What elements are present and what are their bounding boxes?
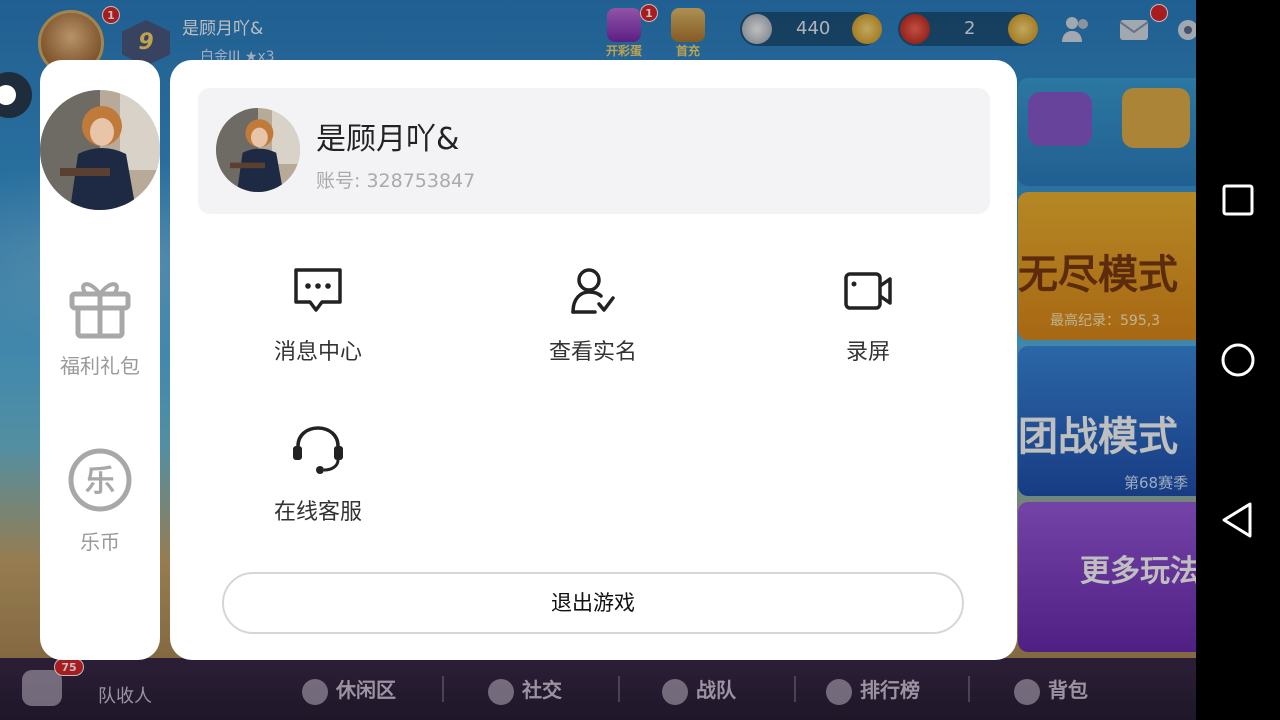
recent-apps-button[interactable] (1218, 180, 1258, 220)
settings-panel: 是顾月吖& 账号: 328753847 消息中心 查看实名 录屏 在线客服 退出… (170, 60, 1017, 660)
gift-icon (69, 282, 131, 339)
screen-record-icon (844, 272, 892, 310)
user-verify-icon (571, 268, 615, 314)
welfare-gift-label: 福利礼包 (60, 354, 140, 378)
view-real-name-button[interactable]: 查看实名 (493, 266, 693, 366)
welfare-gift-button[interactable]: 福利礼包 (40, 274, 160, 379)
le-coin-label: 乐币 (80, 530, 120, 554)
screen-record-label: 录屏 (845, 340, 890, 365)
back-button[interactable] (1218, 500, 1258, 540)
message-center-label: 消息中心 (273, 340, 362, 365)
home-button[interactable] (1218, 340, 1258, 380)
view-real-name-label: 查看实名 (548, 340, 637, 365)
side-avatar[interactable] (40, 90, 160, 210)
headset-icon (293, 426, 343, 474)
profile-card: 是顾月吖& 账号: 328753847 (198, 88, 990, 214)
android-nav-bar (1196, 0, 1280, 720)
online-support-label: 在线客服 (273, 500, 362, 525)
side-panel: 福利礼包 乐 乐币 (40, 60, 160, 660)
screen-record-button[interactable]: 录屏 (768, 266, 968, 366)
circle-icon (1221, 343, 1255, 377)
online-support-button[interactable]: 在线客服 (218, 424, 418, 526)
message-icon (294, 268, 342, 312)
profile-account-id: 账号: 328753847 (316, 170, 476, 192)
le-coin-icon: 乐 (68, 448, 132, 512)
message-center-button[interactable]: 消息中心 (218, 266, 418, 366)
back-triangle-icon (1222, 502, 1252, 538)
le-coin-button[interactable]: 乐 乐币 (40, 446, 160, 555)
svg-text:乐: 乐 (85, 464, 115, 499)
quit-game-button[interactable]: 退出游戏 (222, 572, 964, 634)
square-icon (1222, 184, 1254, 216)
profile-avatar[interactable] (216, 108, 300, 192)
toggle-dot (0, 85, 16, 105)
profile-name: 是顾月吖& (316, 122, 460, 157)
